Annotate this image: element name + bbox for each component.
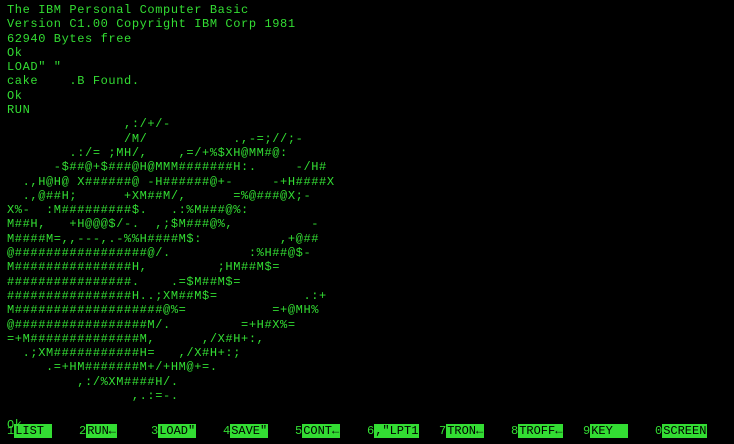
ascii-art-line: ################. .=$M##M$=	[7, 274, 242, 289]
ascii-art-line: .;XM###########H= ,/X#H+:;	[7, 346, 242, 361]
fkey-label: SCREEN	[662, 424, 708, 438]
terminal-line: 62940 Bytes free	[7, 31, 132, 46]
ascii-art-line: =+M##############M, ,/X#H+:,	[7, 331, 265, 346]
fkey-label: SAVE"	[230, 424, 269, 438]
ascii-art-line: M##H, +H@@@$/-. ,;$M###@%, -	[7, 217, 320, 232]
ascii-art-line: @#################M/. =+H#X%=	[7, 317, 296, 332]
terminal-line: RUN	[7, 103, 31, 118]
ascii-art-line: .,@##H; +XM##M/, =%@###@X;-	[7, 188, 312, 203]
fkey-6-lpt1[interactable]: 6,"LPT1	[367, 424, 420, 439]
ascii-art-line: M###################@%= =+@MH%	[7, 303, 320, 318]
ascii-art-line: -$##@+$###@H@MMM#######H:. -/H#	[7, 160, 327, 175]
fkey-8-troff[interactable]: 8TROFF←	[511, 424, 564, 439]
fkey-label: TRON←	[446, 424, 485, 438]
fkey-label: TROFF←	[518, 424, 564, 438]
ascii-art-line: ,:/%XM####H/.	[7, 374, 179, 389]
ascii-art-line: ,:/+/-	[7, 117, 171, 132]
terminal-output: The IBM Personal Computer Basic Version C…	[7, 3, 335, 432]
terminal-line: cake .B Found.	[7, 74, 140, 89]
ascii-art-line: .:/= ;MH/, ,=/+%$XH@MM#@:	[7, 145, 288, 160]
fkey-0-screen[interactable]: 0SCREEN	[655, 424, 708, 439]
fkey-label: RUN←	[86, 424, 118, 438]
ascii-art-line: ################H..;XM##M$= .:+	[7, 288, 327, 303]
basic-screen[interactable]: The IBM Personal Computer Basic Version C…	[0, 0, 734, 444]
fkey-4-save[interactable]: 4SAVE"	[223, 424, 269, 439]
fkey-label: KEY	[590, 424, 629, 438]
fkey-7-tron[interactable]: 7TRON←	[439, 424, 485, 439]
fkey-label: LOAD"	[158, 424, 197, 438]
terminal-line: Ok	[7, 45, 23, 60]
fkey-9-key[interactable]: 9KEY	[583, 424, 629, 439]
terminal-line: The IBM Personal Computer Basic	[7, 3, 249, 17]
ascii-art-line: .,H@H@ X######@ -H######@+- -+H####X	[7, 174, 335, 189]
fkey-1-list[interactable]: 1LIST	[7, 424, 53, 439]
fkey-label: ,"LPT1	[374, 424, 420, 438]
function-key-bar: 1LIST 2RUN← 3LOAD" 4SAVE" 5CONT← 6,"LPT1…	[7, 424, 727, 439]
fkey-5-cont[interactable]: 5CONT←	[295, 424, 341, 439]
ascii-art-line: .=+HM#######M+/+HM@+=.	[7, 360, 218, 375]
terminal-line: LOAD" "	[7, 60, 62, 75]
ascii-art-line: M####M=,,---,.-%%H####M$: ,+@##	[7, 231, 320, 246]
ascii-art-line: ,.:=-.	[7, 389, 179, 404]
ascii-art-line: M###############H, ;HM##M$=	[7, 260, 281, 275]
terminal-line: Ok	[7, 88, 23, 103]
fkey-label: CONT←	[302, 424, 341, 438]
fkey-3-load[interactable]: 3LOAD"	[151, 424, 197, 439]
fkey-2-run[interactable]: 2RUN←	[79, 424, 118, 439]
ascii-art-line: /M/ .,-=;//;-	[7, 131, 304, 146]
terminal-line: Version C1.00 Copyright IBM Corp 1981	[7, 17, 296, 32]
ascii-art-line: X%- :M#########$. .:%M###@%:	[7, 203, 249, 218]
fkey-label: LIST	[14, 424, 53, 438]
ascii-art-line: @#################@/. :%H##@$-	[7, 246, 312, 261]
